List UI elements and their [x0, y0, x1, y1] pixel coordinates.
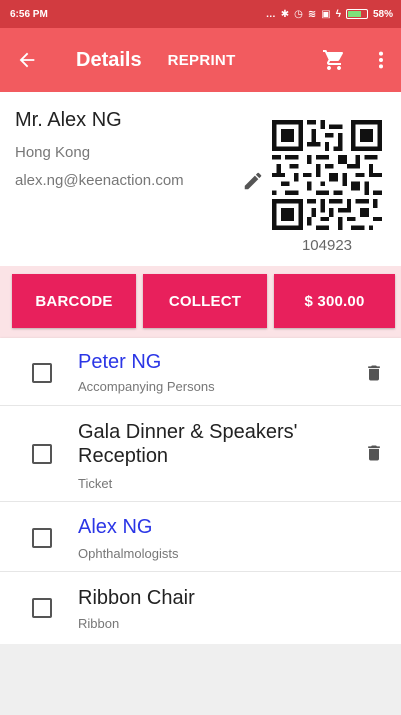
cart-icon	[323, 50, 344, 70]
item-checkbox[interactable]	[32, 528, 52, 548]
trash-icon	[368, 365, 380, 381]
qr-code	[272, 120, 382, 230]
item-subtitle: Accompanying Persons	[78, 379, 215, 394]
delete-button[interactable]	[362, 440, 386, 466]
edit-button[interactable]	[238, 166, 268, 196]
status-icons: … ✱ ◷ ≋ ▣ ϟ 58%	[266, 9, 393, 20]
sim-icon: ▣	[321, 8, 331, 20]
item-checkbox[interactable]	[32, 598, 52, 618]
attendee-name: Mr. Alex NG	[15, 109, 122, 131]
item-list: Peter NG Accompanying Persons Gala Dinne…	[0, 338, 401, 644]
item-title: Gala Dinner & Speakers' Reception	[78, 421, 298, 467]
battery-percent: 58%	[372, 8, 393, 20]
bluetooth-icon: ✱	[280, 8, 290, 20]
collect-button[interactable]: COLLECT	[143, 274, 267, 328]
app-bar: Details REPRINT	[0, 28, 401, 92]
item-title[interactable]: Peter NG	[78, 350, 161, 374]
list-item[interactable]: Alex NG Ophthalmologists	[0, 502, 401, 572]
trash-icon	[368, 445, 380, 461]
status-bar: 6:56 PM … ✱ ◷ ≋ ▣ ϟ 58%	[0, 0, 401, 28]
list-item[interactable]: Gala Dinner & Speakers' Reception Ticket	[0, 406, 401, 502]
item-title[interactable]: Alex NG	[78, 515, 152, 539]
signal-dots-icon: …	[265, 8, 276, 20]
item-subtitle: Ticket	[78, 476, 113, 491]
more-vert-icon	[378, 51, 384, 69]
status-time: 6:56 PM	[10, 8, 48, 20]
pencil-icon	[244, 172, 262, 190]
list-item[interactable]: Peter NG Accompanying Persons	[0, 338, 401, 406]
item-checkbox[interactable]	[32, 363, 52, 383]
attendee-email: alex.ng@keenaction.com	[15, 172, 184, 189]
item-subtitle: Ophthalmologists	[78, 546, 179, 561]
page-title: Details	[76, 48, 142, 71]
attendee-city: Hong Kong	[15, 144, 91, 161]
profile-card: Mr. Alex NG Hong Kong alex.ng@keenaction…	[0, 92, 401, 266]
amount-button[interactable]: $ 300.00	[274, 274, 395, 328]
alarm-icon: ◷	[294, 8, 303, 20]
wifi-icon: ≋	[307, 8, 317, 20]
list-item[interactable]: Ribbon Chair Ribbon	[0, 572, 401, 644]
qr-number: 104923	[301, 237, 353, 254]
more-options-button[interactable]	[366, 42, 396, 78]
arrow-left-icon	[19, 52, 35, 68]
barcode-button[interactable]: BARCODE	[12, 274, 136, 328]
item-checkbox[interactable]	[32, 444, 52, 464]
back-button[interactable]	[0, 28, 54, 92]
reprint-button[interactable]: REPRINT	[168, 52, 236, 69]
action-bar: BARCODE COLLECT $ 300.00	[0, 266, 401, 338]
empty-area	[0, 644, 401, 715]
item-subtitle: Ribbon	[78, 616, 120, 631]
cart-button[interactable]	[316, 42, 352, 78]
item-title: Ribbon Chair	[78, 587, 195, 609]
delete-button[interactable]	[362, 360, 386, 386]
charging-icon: ϟ	[335, 8, 341, 20]
battery-icon	[345, 9, 368, 19]
